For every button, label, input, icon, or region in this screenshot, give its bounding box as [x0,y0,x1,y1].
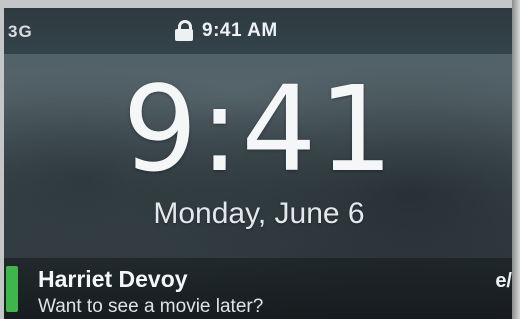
status-time: 9:41 AM [202,20,278,41]
notification-message: Want to see a movie later? [38,296,264,317]
status-center: 9:41 AM [174,19,278,43]
device-frame: 3G 9:41 AM 9:41 Monday, June 6 Harriet D… [0,0,520,319]
lock-screen: 3G 9:41 AM 9:41 Monday, June 6 Harriet D… [4,8,514,319]
notification-partial-text: e/ [495,270,512,292]
carrier-label: 3G [8,22,33,41]
lock-date: Monday, June 6 [153,197,365,230]
notification-sender: Harriet Devoy [38,266,188,292]
lock-clock: 9:41 [122,60,396,198]
status-bar: 3G 9:41 AM [4,8,514,54]
messages-app-icon [6,266,18,312]
device-edge [512,0,520,319]
notification-banner[interactable]: Harriet Devoy Want to see a movie later?… [4,258,514,319]
lock-icon [174,20,194,42]
